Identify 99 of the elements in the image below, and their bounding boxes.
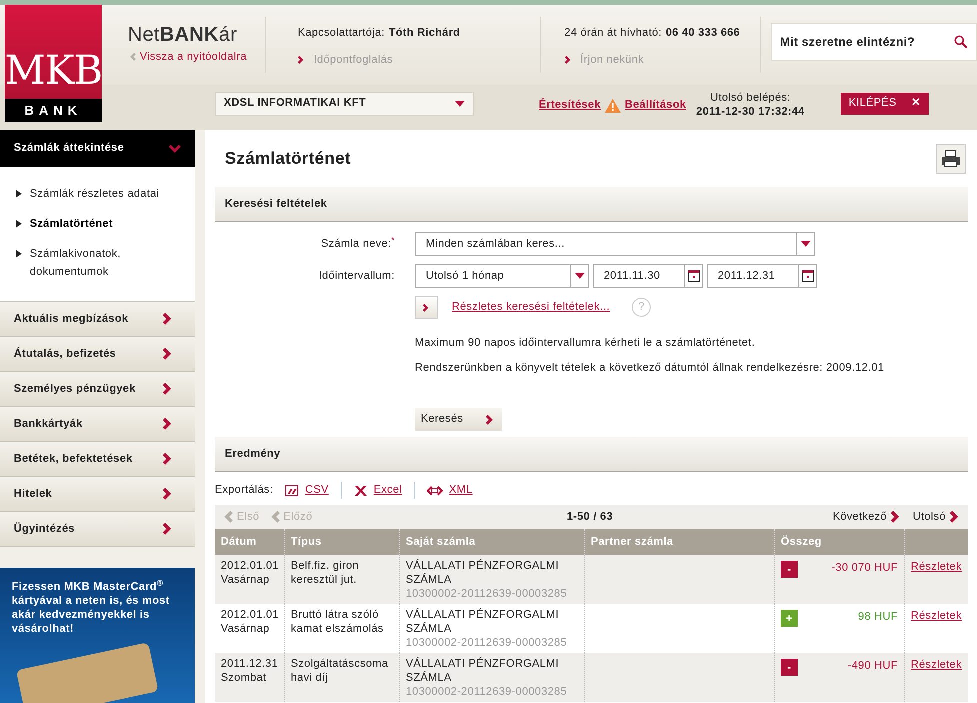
- promo-text: Fizessen MKB MasterCard$^{®}$ kártyával a neten is, és most akár kedvezményekkel is vásárolhat!: [12, 580, 171, 636]
- details-link[interactable]: Részletek: [911, 659, 962, 671]
- column-header: [905, 529, 968, 555]
- interval-label: Időintervallum:: [318, 268, 395, 284]
- logout-button[interactable]: KILÉPÉS ✕: [840, 92, 929, 114]
- sidebar-menu-item[interactable]: Bankkártyák: [0, 406, 195, 441]
- column-header: Dátum: [215, 529, 285, 555]
- chevron-right-icon: [16, 190, 22, 198]
- chevron-left-icon: [128, 53, 136, 62]
- account-label: Számla neve:$^{*}$: [321, 236, 395, 252]
- account-number: 10300002-20112639-00003285: [406, 685, 568, 699]
- back-link[interactable]: Vissza a nyitóoldalra: [128, 49, 265, 66]
- account-number: 10300002-20112639-00003285: [406, 636, 568, 650]
- contact-name: Tóth Richárd: [388, 26, 460, 41]
- chevron-right-icon: [564, 56, 573, 64]
- hotline-label: 24 órán át hívható:: [564, 26, 662, 41]
- caret-icon: [455, 100, 465, 106]
- calendar-icon: [802, 270, 814, 282]
- date-text: 2011.12.31: [221, 657, 278, 671]
- settings-link[interactable]: Beállítások: [625, 97, 686, 114]
- section-header: Keresési feltételek: [215, 187, 968, 222]
- amount-sign-badge: +: [781, 610, 798, 627]
- page-range: 1-50 / 63: [567, 510, 614, 525]
- export-link[interactable]: XML: [449, 482, 473, 499]
- last-login-time: 2011-12-30 17:32:44: [696, 106, 805, 120]
- sidebar-menu-item[interactable]: Aktuális megbízások: [0, 301, 195, 336]
- details-link[interactable]: Részletek: [911, 610, 962, 622]
- search-icon: [954, 35, 968, 49]
- chevron-right-icon: [486, 414, 496, 426]
- warning-icon: [605, 98, 622, 112]
- contact-label: Kapcsolattartója:: [298, 26, 385, 41]
- sidebar-menu-item[interactable]: Személyes pénzügyek: [0, 371, 195, 406]
- account-number: 10300002-20112639-00003285: [406, 587, 568, 601]
- chevron-right-icon: [16, 220, 22, 228]
- account-name: VÁLLALATI PÉNZFORGALMI SZÁMLA: [406, 608, 560, 636]
- amount-text: -490 HUF: [848, 659, 898, 673]
- sidebar-subitem[interactable]: Számlakivonatok, dokumentumok: [0, 245, 195, 281]
- last-page-link[interactable]: Utolsó: [913, 508, 962, 526]
- info-text: Rendszerünkben a könyvelt tételek a következő dátumtól állnak rendelkezésre: 2009.12.01: [415, 360, 886, 376]
- company-select[interactable]: XDSL INFORMATIKAI KFT: [215, 92, 474, 116]
- details-link[interactable]: Részletek: [911, 561, 962, 573]
- next-page-link[interactable]: Következő: [832, 508, 904, 526]
- chevron-right-icon: [298, 56, 306, 64]
- caret-icon: [800, 241, 810, 247]
- printer-icon: [941, 148, 961, 168]
- account-name: VÁLLALATI PÉNZFORGALMI SZÁMLA: [406, 559, 560, 587]
- netbank-logo-text: NetBANKár: [128, 25, 238, 45]
- export-link[interactable]: Excel: [374, 482, 402, 499]
- sidebar-menu-item[interactable]: Átutalás, befizetés: [0, 336, 195, 371]
- sidebar-menu-item[interactable]: Ügyintézés: [0, 511, 195, 546]
- sidebar-menu-item[interactable]: Betétek, befektetések: [0, 441, 195, 476]
- x-icon: [354, 484, 368, 496]
- date-field[interactable]: 2011.11.30: [593, 264, 703, 288]
- amount-sign-badge: -: [781, 659, 798, 676]
- column-header: Összeg: [775, 529, 905, 555]
- search-input[interactable]: Mit szeretne elintézni?: [780, 33, 950, 51]
- help-icon: ?: [632, 298, 652, 317]
- date-field[interactable]: 2011.12.31: [707, 264, 817, 288]
- chevron-right-icon: [16, 250, 22, 258]
- search-button[interactable]: Keresés: [415, 408, 502, 431]
- account-select[interactable]: Minden számlában keres...: [415, 232, 815, 256]
- column-header: Típus: [285, 529, 400, 555]
- column-header: Partner számla: [585, 529, 775, 555]
- sidebar-subitem[interactable]: Számlatörténet: [0, 215, 195, 233]
- info-text: Maximum 90 napos időintervallumra kérheti le a számlatörténetet.: [415, 336, 756, 351]
- export-label: Exportálás:: [215, 483, 274, 498]
- hotline-number: 06 40 333 666: [666, 26, 740, 41]
- date-text: 2012.01.01: [221, 608, 278, 622]
- day-text: Vasárnap: [221, 573, 271, 587]
- export-link[interactable]: CSV: [305, 482, 329, 499]
- table-cell: Szolgáltatáscsoma havi díj: [285, 653, 400, 702]
- section-header: Eredmény: [215, 437, 968, 472]
- amount-text: 98 HUF: [858, 610, 898, 624]
- amount-sign-badge: -: [781, 561, 798, 578]
- day-text: Szombat: [221, 671, 268, 685]
- chevron-right-icon: [422, 302, 430, 312]
- code-icon: [427, 484, 444, 496]
- print-button[interactable]: [936, 144, 966, 174]
- sidebar-subitem[interactable]: Számlák részletes adatai: [0, 185, 195, 203]
- search-field[interactable]: Mit szeretne elintézni?: [771, 23, 977, 61]
- sidebar-section-header[interactable]: Számlák áttekintése: [0, 130, 195, 167]
- caret-icon: [574, 273, 584, 279]
- expand-button[interactable]: [415, 296, 438, 319]
- page-title: Számlatörténet: [225, 148, 352, 170]
- document-icon: [285, 484, 300, 496]
- sidebar-menu-item[interactable]: Hitelek: [0, 476, 195, 511]
- notifications-link[interactable]: Értesítések: [539, 97, 602, 114]
- amount-text: -30 070 HUF: [832, 561, 898, 575]
- account-name: VÁLLALATI PÉNZFORGALMI SZÁMLA: [406, 657, 560, 685]
- day-text: Vasárnap: [221, 622, 271, 636]
- date-text: 2012.01.01: [221, 559, 278, 573]
- bank-logo: MKB BANK: [5, 5, 102, 122]
- table-cell: Belf.fiz. giron keresztül jut.: [285, 555, 400, 604]
- column-header: Saját számla: [400, 529, 585, 555]
- advanced-search-link[interactable]: Részletes keresési feltételek...: [452, 299, 610, 316]
- interval-select[interactable]: Utolsó 1 hónap: [415, 264, 589, 288]
- calendar-icon: [688, 270, 700, 282]
- last-login-label: Utolsó belépés:: [710, 92, 791, 106]
- promo-banner[interactable]: Fizessen MKB MasterCard$^{®}$ kártyával a neten is, és most akár kedvezményekkel is vásárolhat!: [0, 568, 195, 703]
